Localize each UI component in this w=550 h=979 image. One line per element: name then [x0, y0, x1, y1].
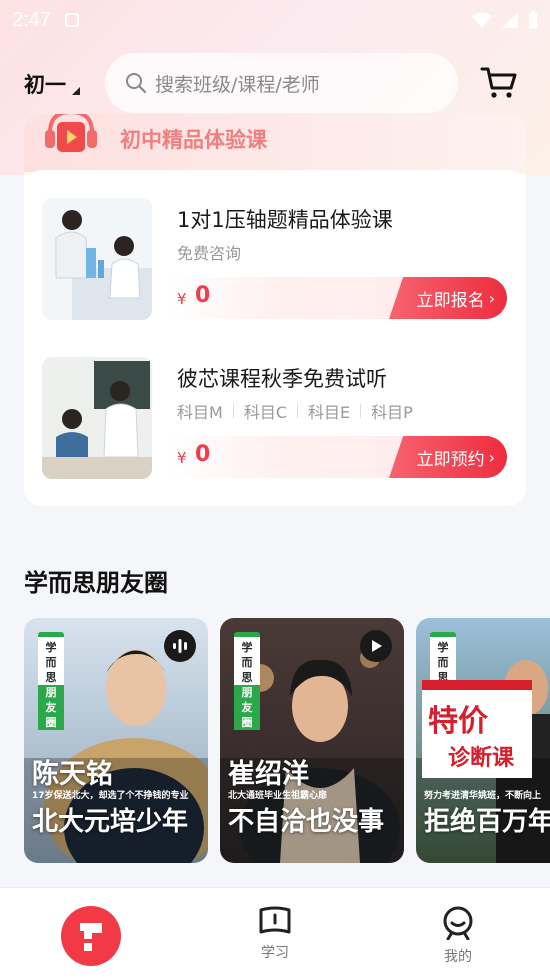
moments-carousel[interactable]: 学 而 思 朋 友 圈 陈天铭 17岁保送北大，却选了个不挣钱的专业 北大元培少…: [24, 618, 550, 863]
badge-char: 思: [241, 671, 253, 684]
badge-char: 学: [45, 641, 57, 654]
course-thumbnail: [42, 357, 152, 479]
wifi-icon: [472, 12, 492, 28]
promo-subtitle: 诊断课: [448, 746, 515, 771]
person-name: 崔绍洋: [228, 759, 309, 790]
audio-button[interactable]: [164, 630, 196, 662]
experience-title: 初中精品体验课: [120, 128, 267, 152]
course-item[interactable]: 彼芯课程秋季免费试听 科目M 科目C 科目E 科目P ¥ 0 立即预约 ›: [42, 357, 508, 481]
nav-mine[interactable]: 我的: [428, 906, 488, 970]
book-icon: [259, 906, 291, 934]
grade-selector[interactable]: 初一: [24, 69, 80, 99]
badge-char: 而: [241, 656, 253, 669]
badge-char: 圈: [234, 715, 260, 730]
brand-badge: 学 而 思 朋 友 圈: [38, 632, 64, 730]
badge-char: 思: [45, 671, 57, 684]
price-bar: ¥ 0 立即预约 ›: [167, 436, 507, 478]
moment-card[interactable]: 学 而 思 朋 友 圈 特价 诊断课 努力考进清华姚班，不断向上 拒绝百万年: [416, 618, 550, 863]
divider: [297, 404, 298, 418]
enroll-button[interactable]: 立即报名 ›: [389, 277, 507, 319]
course-price: 0: [195, 283, 211, 308]
badge-char: 友: [234, 700, 260, 715]
play-icon: [372, 640, 382, 652]
nav-study[interactable]: 学习: [245, 906, 305, 970]
notification-icon: [64, 13, 79, 27]
badge-char: 学: [437, 641, 449, 654]
enroll-button-label: 立即报名: [416, 290, 485, 311]
badge-char: 学: [241, 641, 253, 654]
course-subjects: 科目M 科目C 科目E 科目P: [177, 399, 413, 423]
brand-badge: 学 而 思 朋 友 圈: [234, 632, 260, 730]
promo-label: 特价 诊断课: [422, 680, 532, 778]
status-time: 2:47: [12, 8, 51, 31]
moment-headline: 拒绝百万年: [424, 807, 550, 837]
section-title: 学而思朋友圈: [24, 569, 168, 597]
moment-card[interactable]: 学 而 思 朋 友 圈 陈天铭 17岁保送北大，却选了个不挣钱的专业 北大元培少…: [24, 618, 208, 863]
nav-mine-label: 我的: [444, 949, 472, 965]
dropdown-triangle-icon: [72, 87, 80, 95]
experience-header: 初中精品体验课: [24, 114, 526, 172]
moment-headline: 不自洽也没事: [228, 807, 385, 837]
course-list: 1对1压轴题精品体验课 免费咨询 ¥ 0 立即报名 › 彼芯课程秋季免费试听 科…: [24, 170, 526, 506]
search-placeholder: 搜索班级/课程/老师: [155, 73, 320, 96]
nav-study-label: 学习: [261, 945, 289, 961]
moment-tagline: 努力考进清华姚班，不断向上: [424, 791, 542, 801]
search-icon: [126, 73, 147, 94]
moment-tagline: 北大通班毕业生祖霸心扉: [228, 791, 328, 801]
reserve-button[interactable]: 立即预约 ›: [389, 436, 507, 478]
profile-icon: [443, 906, 473, 940]
badge-char: 朋: [38, 685, 64, 700]
moment-headline: 北大元培少年: [32, 807, 189, 837]
subject-tag: 科目C: [243, 403, 287, 422]
price-bar: ¥ 0 立即报名 ›: [167, 277, 507, 319]
reserve-button-label: 立即预约: [416, 449, 485, 470]
course-video-icon: [45, 114, 97, 152]
course-price: 0: [195, 442, 211, 467]
badge-char: 圈: [38, 715, 64, 730]
chevron-right-icon: ›: [488, 447, 495, 467]
subject-tag: 科目M: [177, 403, 223, 422]
badge-char: 朋: [234, 685, 260, 700]
status-bar: 2:47: [0, 0, 550, 40]
subject-tag: 科目E: [308, 403, 351, 422]
top-header: 初一 搜索班级/课程/老师: [0, 52, 550, 114]
search-input[interactable]: 搜索班级/课程/老师: [105, 53, 458, 113]
grade-label: 初一: [24, 73, 66, 97]
moment-tagline: 17岁保送北大，却选了个不挣钱的专业: [32, 791, 189, 801]
badge-char: 而: [45, 656, 57, 669]
course-name: 1对1压轴题精品体验课: [177, 208, 393, 232]
signal-icon: [502, 12, 518, 28]
person-name: 陈天铭: [32, 759, 113, 790]
battery-icon: [529, 11, 537, 29]
bottom-navigation: 学习 我的: [0, 887, 550, 979]
nav-home-button[interactable]: [61, 906, 121, 966]
divider: [232, 404, 234, 418]
moment-card[interactable]: 学 而 思 朋 友 圈 崔绍洋 北大通班毕业生祖霸心扉 不自洽也没事: [220, 618, 404, 863]
brand-logo-icon: [80, 923, 102, 951]
audio-icon: [173, 639, 187, 653]
course-thumbnail: [42, 198, 152, 320]
play-button[interactable]: [360, 630, 392, 662]
badge-char: 友: [38, 700, 64, 715]
course-subtitle: 免费咨询: [177, 244, 242, 263]
course-name: 彼芯课程秋季免费试听: [177, 367, 387, 391]
currency-symbol: ¥: [177, 449, 187, 467]
promo-title: 特价: [428, 704, 488, 739]
experience-course-card: 初中精品体验课 1对1压轴题精品体验课 免费咨询 ¥ 0 立即报名 › 彼芯课程…: [24, 114, 526, 506]
course-item[interactable]: 1对1压轴题精品体验课 免费咨询 ¥ 0 立即报名 ›: [42, 198, 508, 322]
subject-tag: 科目P: [371, 403, 413, 422]
currency-symbol: ¥: [177, 290, 187, 308]
chevron-right-icon: ›: [488, 288, 495, 308]
cart-icon[interactable]: [480, 66, 518, 100]
divider: [360, 404, 362, 418]
badge-char: 而: [437, 656, 449, 669]
